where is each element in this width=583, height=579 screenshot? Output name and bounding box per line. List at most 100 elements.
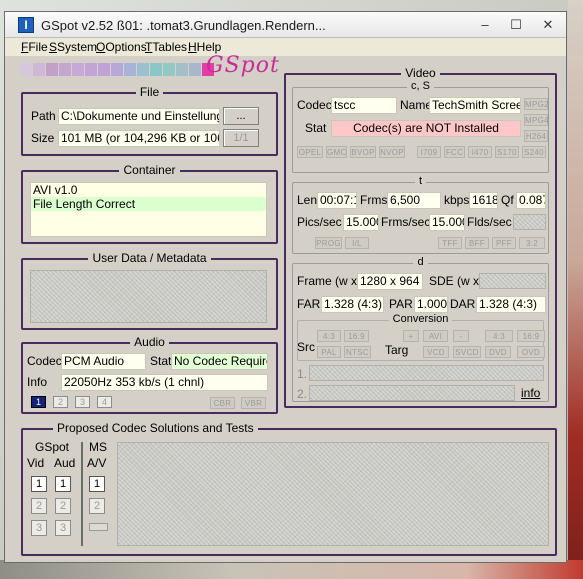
color-swatch[interactable] [85,63,97,76]
pal-tag: PAL [317,346,341,358]
browse-button[interactable]: ... [223,107,259,125]
pics-sec-field[interactable]: 15.000 [343,214,379,231]
color-swatch[interactable] [98,63,110,76]
flds-sec-label: Flds/sec [467,215,512,229]
menu-system[interactable]: SSystem [49,40,97,54]
size-label: Size [31,131,55,145]
container-line: File Length Correct [31,197,266,211]
color-swatch[interactable] [176,63,188,76]
far-field[interactable]: 1.328 (4:3) [321,296,384,313]
file-group: File Path C:\Dokumente und Einstellungen… [21,85,278,156]
menu-options-label: Options [105,40,147,54]
color-swatch[interactable] [111,63,123,76]
close-button[interactable]: ✕ [537,16,559,34]
color-swatch[interactable] [33,63,45,76]
codec-solutions-area[interactable] [117,442,549,546]
userdata-area[interactable] [30,270,267,323]
color-swatch[interactable] [137,63,149,76]
file-group-title: File [135,85,164,99]
app-icon: I [18,17,34,33]
vid-button-1[interactable]: 1 [31,476,47,492]
color-swatch[interactable] [150,63,162,76]
av-button-2[interactable]: 2 [89,498,105,514]
path-field[interactable]: C:\Dokumente und Einstellungen [58,108,220,125]
menu-tables[interactable]: TTables [145,40,187,54]
aud-button-2[interactable]: 2 [55,498,71,514]
menu-system-mnemonic: S [49,40,58,54]
codec-flag-tag: S240 [522,146,546,158]
container-info-list[interactable]: AVI v1.0 File Length Correct [30,182,267,237]
conversion-line-2[interactable] [309,385,515,401]
audio-stream-4[interactable]: 4 [97,396,112,408]
qf-field[interactable]: 0.087 [516,192,546,209]
video-stat-field[interactable]: Codec(s) are NOT Installed [331,120,521,137]
menu-options[interactable]: OOptions [96,40,147,54]
aud-label: Aud [54,456,76,470]
h264-tag: H264 [524,130,548,142]
audio-info-field[interactable]: 22050Hz 353 kb/s (1 chnl) [61,374,268,391]
aud-button-3[interactable]: 3 [55,520,71,536]
minimize-button[interactable]: – [474,16,496,34]
maximize-button[interactable]: ☐ [505,16,527,34]
color-swatch[interactable] [163,63,175,76]
size-field[interactable]: 101 MB (or 104,296 KB or 106,79 [58,130,220,147]
targ-plus-tag: + [403,330,419,342]
info-link[interactable]: info [521,386,540,400]
dar-field[interactable]: 1.328 (4:3) [476,296,546,313]
qf-label: Qf [501,193,514,207]
audio-stream-2[interactable]: 2 [53,396,68,408]
codec-flag-tag: I709 [417,146,441,158]
cbr-tag: CBR [210,397,235,409]
par-field[interactable]: 1.000 [414,296,448,313]
codec-solutions-title: Proposed Codec Solutions and Tests [53,421,258,435]
audio-stream-1[interactable]: 1 [31,396,46,408]
vid-button-2[interactable]: 2 [31,498,47,514]
audio-stream-3[interactable]: 3 [75,396,90,408]
aud-button-1[interactable]: 1 [55,476,71,492]
video-group: Video c, S Codec tscc Name TechSmith Scr… [284,66,557,408]
vid-label: Vid [27,456,45,470]
video-codec-subgroup: c, S Codec tscc Name TechSmith Screen MP… [292,80,549,173]
video-codec-field[interactable]: tscc [331,97,397,114]
color-swatch[interactable] [46,63,58,76]
color-swatch[interactable] [124,63,136,76]
sde-field[interactable] [479,273,546,289]
mpg4-tag: MPG4 [524,114,549,126]
flds-sec-field[interactable] [513,214,546,230]
title-bar[interactable]: I GSpot v2.52 ß01: .tomat3.Grundlagen.Re… [5,12,566,38]
color-swatch[interactable] [59,63,71,76]
targ-minus-tag: - [453,330,469,342]
sde-label: SDE (w x [429,274,480,288]
dar-label: DAR [450,297,476,311]
frms-field[interactable]: 6,500 [387,192,441,209]
color-swatch[interactable] [72,63,84,76]
menu-help-mnemonic: H [188,40,197,54]
dvd-tag: DVD [485,346,511,358]
frms-sec-field[interactable]: 15.000 [429,214,465,231]
frame-label: Frame (w x [297,274,357,288]
container-group-title: Container [119,163,180,177]
video-name-field[interactable]: TechSmith Screen [429,97,521,114]
video-stat-label: Stat [305,121,327,135]
menu-file[interactable]: FFile [21,40,48,54]
av-bar [89,523,108,531]
menu-help[interactable]: HHelp [188,40,221,54]
audio-info-label: Info [27,375,48,389]
src-4-3-tag: 4:3 [317,330,341,342]
len-field[interactable]: 00:07:1 [317,192,357,209]
gspot-label: GSpot [35,440,70,454]
color-swatch[interactable] [20,63,32,76]
audio-stat-field[interactable]: No Codec Required [171,353,268,370]
ovd-tag: OVD [517,346,545,358]
audio-codec-field[interactable]: PCM Audio [61,353,146,370]
av-button-1[interactable]: 1 [89,476,105,492]
targ-label: Targ [385,343,409,357]
vid-button-3[interactable]: 3 [31,520,47,536]
color-swatch[interactable] [189,63,201,76]
split-button[interactable]: 1/1 [223,129,259,147]
targ-avi-tag: AVI [423,330,448,342]
conversion-line-1[interactable] [309,365,544,381]
audio-codec-label: Codec [27,354,62,368]
frame-field[interactable]: 1280 x 964 [357,273,423,290]
kbps-field[interactable]: 1618 [469,192,498,209]
